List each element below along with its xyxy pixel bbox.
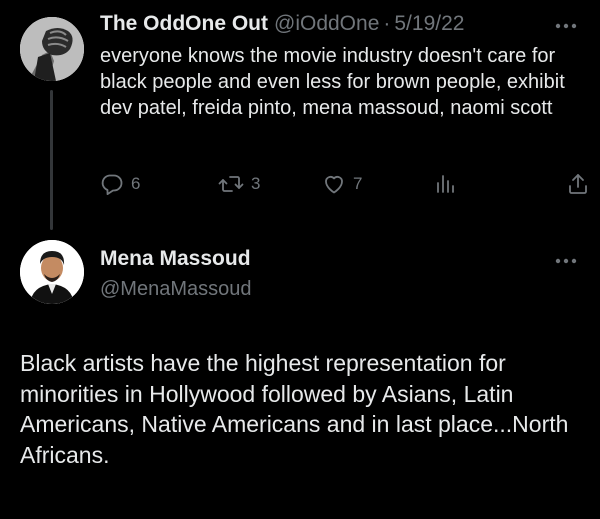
tweet-text: Black artists have the highest represent… [20, 350, 569, 468]
analytics-button[interactable] [435, 172, 457, 196]
reply-button[interactable]: 6 [100, 172, 140, 196]
like-count: 7 [353, 174, 363, 193]
comment-bubble-icon [101, 174, 123, 195]
profile-photo-avatar-icon [20, 240, 84, 304]
reply-tweet[interactable]: The OddOne Out @iOddOne · 5/19/22 everyo… [0, 0, 600, 230]
tweet-handle[interactable]: @MenaMassoud [100, 278, 251, 301]
share-button[interactable] [566, 172, 590, 196]
like-button[interactable]: 7 [322, 172, 362, 196]
reply-date[interactable]: 5/19/22 [394, 12, 464, 36]
reply-header: The OddOne Out @iOddOne · 5/19/22 [100, 12, 464, 38]
tweet-display-name[interactable]: Mena Massoud [100, 247, 251, 271]
more-dots-icon [555, 23, 577, 29]
main-tweet[interactable]: Mena Massoud @MenaMassoud Black artists … [0, 235, 600, 519]
reply-separator: · [383, 12, 391, 35]
tweet-more-button[interactable] [555, 253, 577, 271]
reply-handle[interactable]: @iOddOne [274, 12, 379, 36]
more-dots-icon [555, 258, 577, 264]
reply-author-avatar[interactable] [20, 17, 84, 81]
retweet-count: 3 [251, 174, 261, 193]
analytics-bars-icon [437, 175, 454, 193]
reply-text: everyone knows the movie industry doesn'… [100, 45, 565, 119]
retweet-icon [218, 176, 244, 192]
thread-connector-line [50, 90, 53, 230]
share-upload-icon [569, 174, 587, 194]
reply-display-name[interactable]: The OddOne Out [100, 12, 268, 36]
reply-more-button[interactable] [555, 18, 577, 36]
reply-action-bar: 6 3 7 [100, 172, 590, 202]
raised-fist-avatar-icon [20, 17, 84, 81]
retweet-button[interactable]: 3 [218, 172, 260, 196]
heart-icon [325, 176, 343, 194]
reply-count: 6 [131, 174, 141, 193]
tweet-thread-view: The OddOne Out @iOddOne · 5/19/22 everyo… [0, 0, 600, 519]
tweet-author-avatar[interactable] [20, 240, 84, 304]
